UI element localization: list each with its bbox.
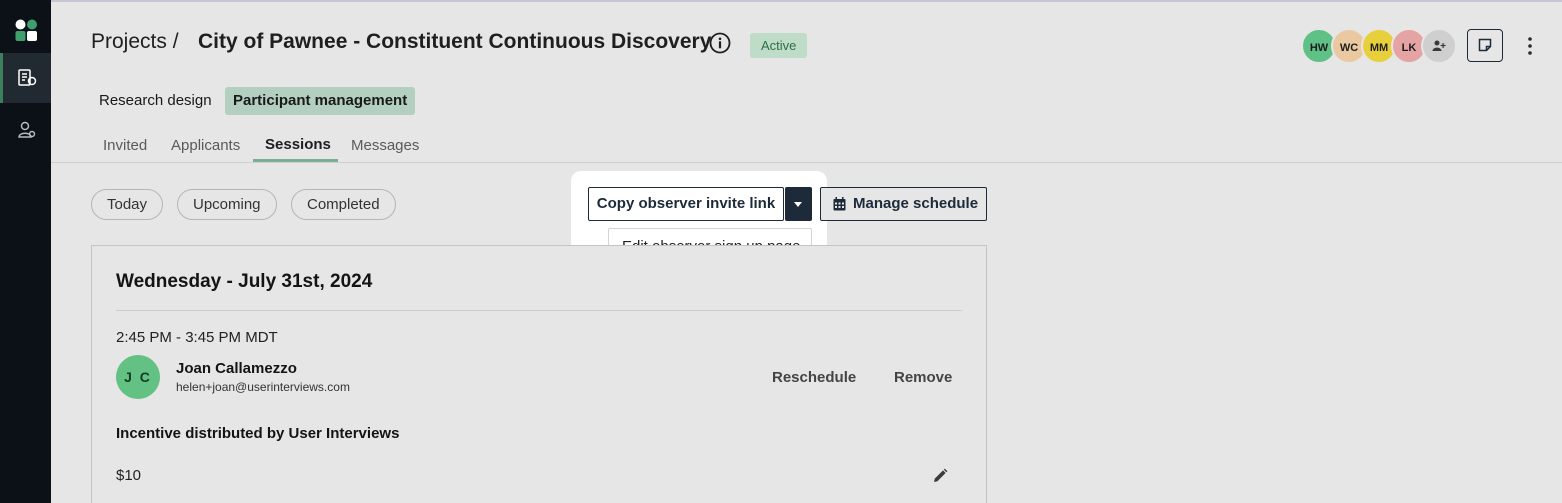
tab-applicants[interactable]: Applicants: [171, 137, 240, 154]
left-nav-rail: [0, 0, 51, 503]
session-time: 2:45 PM - 3:45 PM MDT: [116, 329, 278, 346]
participant-email: helen+joan@userinterviews.com: [176, 380, 350, 394]
section-participant-management[interactable]: Participant management: [225, 87, 416, 115]
section-research-design[interactable]: Research design: [91, 87, 220, 115]
remove-button[interactable]: Remove: [894, 369, 952, 386]
window-top-border: [51, 0, 1562, 2]
tab-sessions[interactable]: Sessions: [265, 136, 331, 153]
note-icon: [1478, 38, 1492, 52]
incentive-amount: $10: [116, 467, 142, 484]
more-options-icon[interactable]: [1520, 34, 1540, 58]
page-title: City of Pawnee - Constituent Continuous …: [198, 30, 712, 53]
status-badge: Active: [750, 33, 808, 58]
copy-observer-invite-link-button[interactable]: Copy observer invite link: [588, 187, 784, 221]
chevron-down-icon: [794, 202, 802, 207]
session-day-heading: Wednesday - July 31st, 2024: [116, 271, 373, 292]
tab-divider: [51, 162, 1562, 163]
projects-icon: [18, 69, 37, 86]
add-user-icon: [1432, 40, 1446, 51]
tab-invited[interactable]: Invited: [103, 137, 147, 154]
breadcrumb-projects[interactable]: Projects /: [91, 30, 179, 54]
app-logo-icon[interactable]: [14, 18, 38, 42]
calendar-icon: [833, 197, 846, 211]
filter-completed[interactable]: Completed: [291, 189, 396, 220]
filter-today[interactable]: Today: [91, 189, 164, 220]
card-divider: [116, 310, 962, 311]
observer-options-dropdown-toggle[interactable]: [785, 187, 812, 221]
participants-icon[interactable]: [17, 120, 37, 140]
reschedule-button[interactable]: Reschedule: [772, 369, 856, 386]
add-collaborator-button[interactable]: [1421, 28, 1457, 64]
pencil-icon[interactable]: [932, 468, 948, 484]
participant-name[interactable]: Joan Callamezzo: [176, 360, 297, 377]
incentive-label: Incentive distributed by User Interviews: [116, 425, 400, 442]
notes-button[interactable]: [1467, 29, 1503, 62]
filter-upcoming[interactable]: Upcoming: [177, 189, 277, 220]
participant-avatar: J C: [116, 355, 160, 399]
tab-messages[interactable]: Messages: [351, 137, 419, 154]
info-icon[interactable]: [709, 32, 731, 54]
